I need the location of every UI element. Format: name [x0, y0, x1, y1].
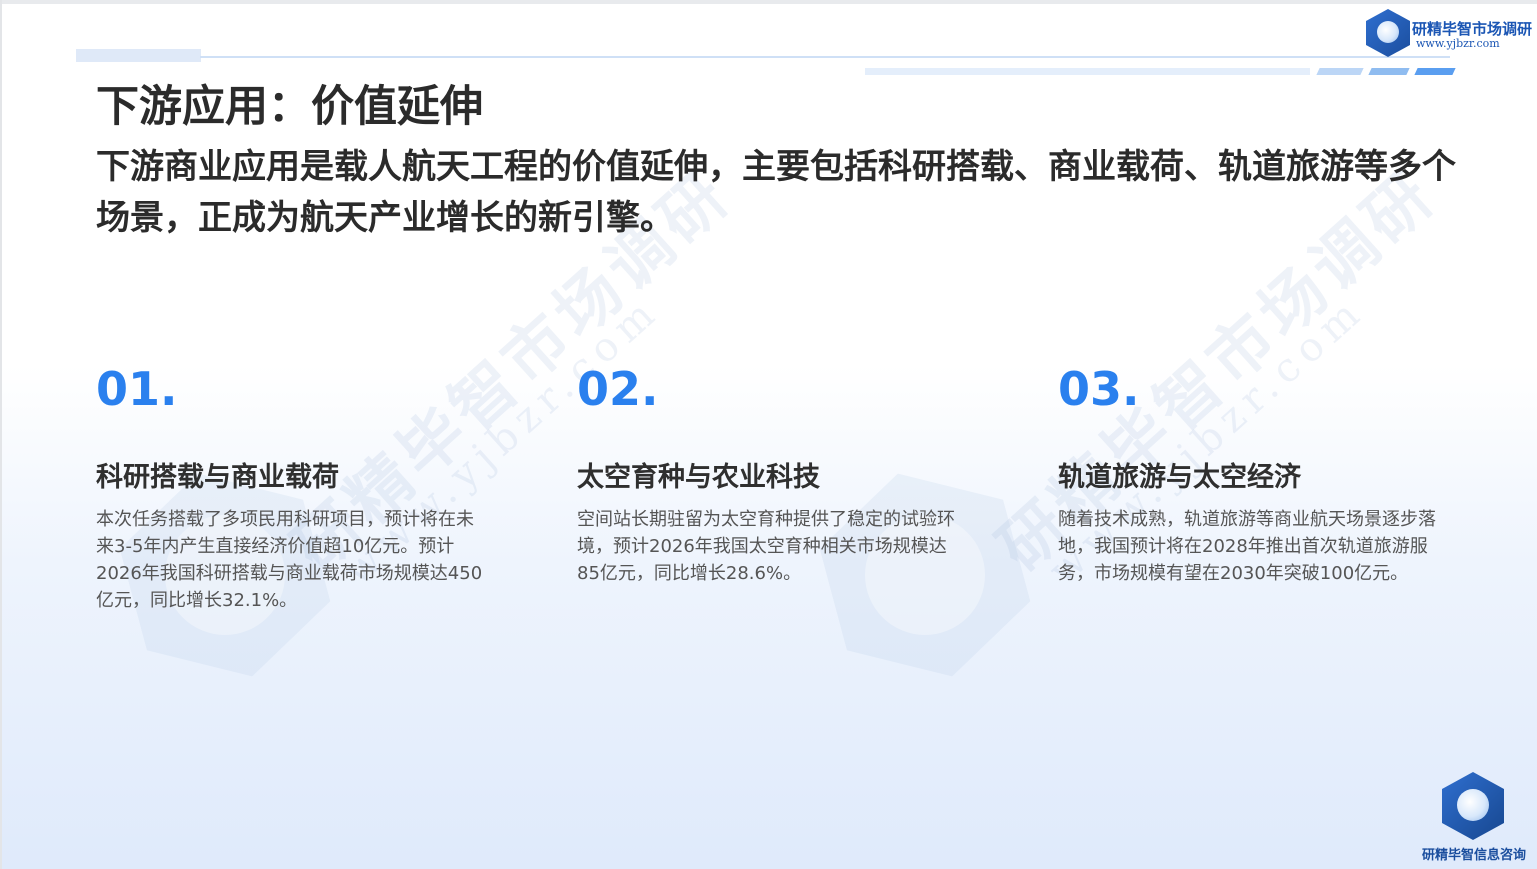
card-title: 科研搭载与商业载荷 — [96, 462, 339, 493]
card-orbital-tourism: 03. 轨道旅游与太空经济 随着技术成熟，轨道旅游等商业航天场景逐步落地，我国预… — [1058, 360, 1448, 587]
card-title: 太空育种与农业科技 — [577, 462, 820, 493]
card-space-breeding: 02. 太空育种与农业科技 空间站长期驻留为太空育种提供了稳定的试验环境，预计2… — [577, 360, 967, 587]
card-number: 01. — [96, 362, 178, 416]
brand-name: 研精毕智市场调研 — [1412, 20, 1533, 38]
brand-url: www.yjbzr.com — [1416, 37, 1500, 50]
slide: 研精毕智市场调研 www.yjbzr.com 研精毕智市场调研 www.yjbz… — [0, 0, 1537, 869]
decor-bar — [865, 68, 1310, 75]
card-number: 03. — [1058, 362, 1140, 416]
footer-logo: 研精毕智信息咨询 — [1418, 770, 1530, 866]
page-title: 下游应用：价值延伸 — [96, 82, 483, 132]
card-body: 随着技术成熟，轨道旅游等商业航天场景逐步落地，我国预计将在2028年推出首次轨道… — [1058, 509, 1436, 584]
decor-bar — [76, 49, 201, 62]
top-border — [0, 0, 1537, 4]
globe-icon — [1377, 21, 1399, 43]
decor-stripe — [1368, 68, 1410, 75]
decor-stripe — [1316, 68, 1364, 75]
card-body: 本次任务搭载了多项民用科研项目，预计将在未来3-5年内产生直接经济价值超10亿元… — [96, 509, 483, 611]
footer-logo-name: 研精毕智信息咨询 — [1421, 848, 1526, 863]
card-title: 轨道旅游与太空经济 — [1058, 462, 1301, 493]
card-body: 空间站长期驻留为太空育种提供了稳定的试验环境，预计2026年我国太空育种相关市场… — [577, 509, 955, 584]
globe-icon — [1457, 789, 1489, 821]
left-border — [0, 0, 2, 869]
card-research-payload: 01. 科研搭载与商业载荷 本次任务搭载了多项民用科研项目，预计将在未来3-5年… — [96, 360, 486, 614]
brand-logo: 研精毕智市场调研 www.yjbzr.com — [1364, 7, 1534, 59]
decor-line — [200, 56, 1450, 58]
page-subtitle: 下游商业应用是载人航天工程的价值延伸，主要包括科研搭载、商业载荷、轨道旅游等多个… — [96, 147, 1456, 238]
decor-stripe — [1414, 68, 1456, 75]
card-number: 02. — [577, 362, 659, 416]
